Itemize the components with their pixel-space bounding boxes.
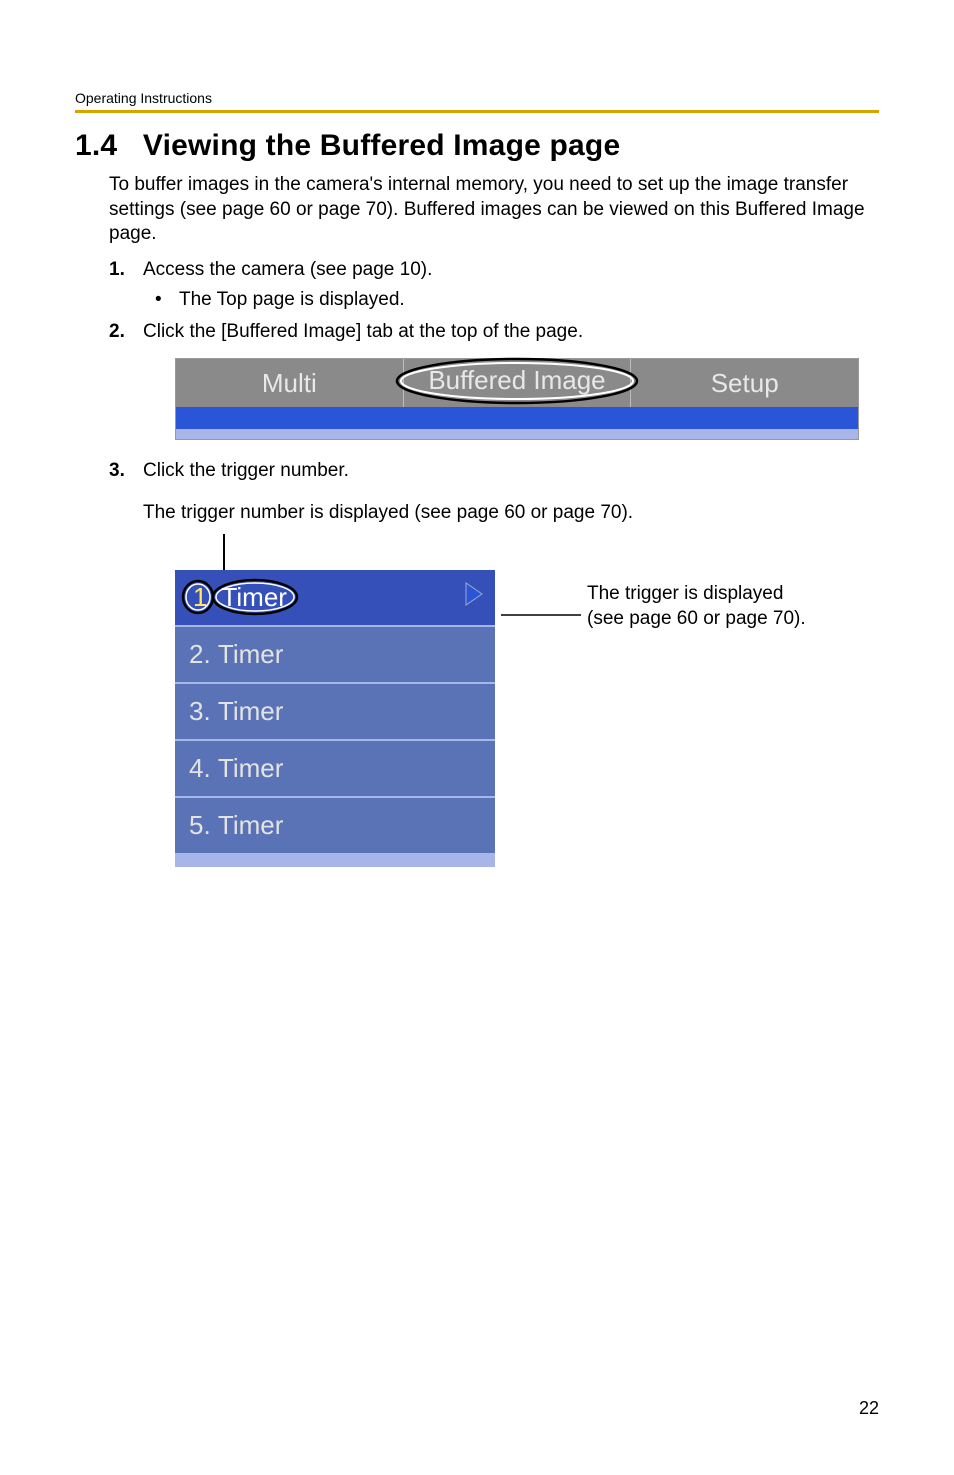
page-number: 22 bbox=[859, 1398, 879, 1419]
step-3-number: 3. bbox=[109, 458, 143, 484]
header-rule bbox=[75, 110, 879, 113]
section-number: 1.4 bbox=[75, 129, 117, 162]
step-2: 2. Click the [Buffered Image] tab at the… bbox=[109, 319, 879, 345]
trigger-5-label: Timer bbox=[218, 810, 283, 841]
section-heading: 1.4 Viewing the Buffered Image page bbox=[75, 129, 879, 163]
running-head: Operating Instructions bbox=[75, 90, 879, 106]
trigger-3-label: Timer bbox=[218, 696, 283, 727]
tab-multi[interactable]: Multi bbox=[176, 359, 403, 407]
trigger-list: 1 Timer 2. Timer 3. Timer 4. Timer bbox=[175, 570, 495, 867]
tabs-grey-strip bbox=[176, 429, 858, 439]
tab-setup[interactable]: Setup bbox=[631, 359, 858, 407]
column-indicator-tick bbox=[223, 534, 225, 570]
trigger-2-label: Timer bbox=[218, 639, 283, 670]
trigger-4-index: 4. bbox=[189, 753, 211, 784]
callout-note: The trigger is displayed (see page 60 or… bbox=[587, 582, 806, 631]
trigger-1-label: Timer bbox=[221, 582, 286, 613]
trigger-1-index: 1 bbox=[193, 582, 207, 613]
section-title-text: Viewing the Buffered Image page bbox=[143, 129, 620, 162]
callout-leader-line-icon bbox=[501, 611, 581, 711]
tabs-blue-strip bbox=[176, 407, 858, 429]
step-1-bullet-text: The Top page is displayed. bbox=[179, 289, 405, 311]
step-1-bullet: • The Top page is displayed. bbox=[155, 289, 879, 311]
trigger-5-index: 5. bbox=[189, 810, 211, 841]
callout-line-2: (see page 60 or page 70). bbox=[587, 607, 806, 632]
tab-buffered-image[interactable]: Buffered Image bbox=[404, 359, 631, 407]
bullet-dot-icon: • bbox=[155, 289, 179, 311]
tab-active-oval-icon: Buffered Image bbox=[387, 353, 647, 409]
step-2-text: Click the [Buffered Image] tab at the to… bbox=[143, 319, 583, 345]
step-3: 3. Click the trigger number. bbox=[109, 458, 879, 484]
tabs-screenshot: Multi Buffered Image Setup bbox=[175, 358, 859, 440]
trigger-item-1[interactable]: 1 Timer bbox=[175, 570, 495, 627]
trigger-figure: 1 Timer 2. Timer 3. Timer 4. Timer bbox=[175, 534, 879, 867]
intro-paragraph: To buffer images in the camera's interna… bbox=[109, 173, 879, 247]
trigger-item-3[interactable]: 3. Timer bbox=[175, 684, 495, 741]
step-3-text: Click the trigger number. bbox=[143, 458, 349, 484]
step-2-number: 2. bbox=[109, 319, 143, 345]
callout-line-1: The trigger is displayed bbox=[587, 582, 806, 607]
trigger-2-index: 2. bbox=[189, 639, 211, 670]
play-icon bbox=[463, 581, 485, 614]
tab-buffered-label: Buffered Image bbox=[428, 365, 605, 395]
trigger-3-index: 3. bbox=[189, 696, 211, 727]
tab-row: Multi Buffered Image Setup bbox=[176, 359, 858, 407]
step-1: 1. Access the camera (see page 10). bbox=[109, 257, 879, 283]
trigger-item-4[interactable]: 4. Timer bbox=[175, 741, 495, 798]
trigger-item-2[interactable]: 2. Timer bbox=[175, 627, 495, 684]
trigger-4-label: Timer bbox=[218, 753, 283, 784]
step-1-text: Access the camera (see page 10). bbox=[143, 257, 432, 283]
trigger-item-5[interactable]: 5. Timer bbox=[175, 798, 495, 855]
step-3-note: The trigger number is displayed (see pag… bbox=[143, 502, 879, 524]
step-1-number: 1. bbox=[109, 257, 143, 283]
